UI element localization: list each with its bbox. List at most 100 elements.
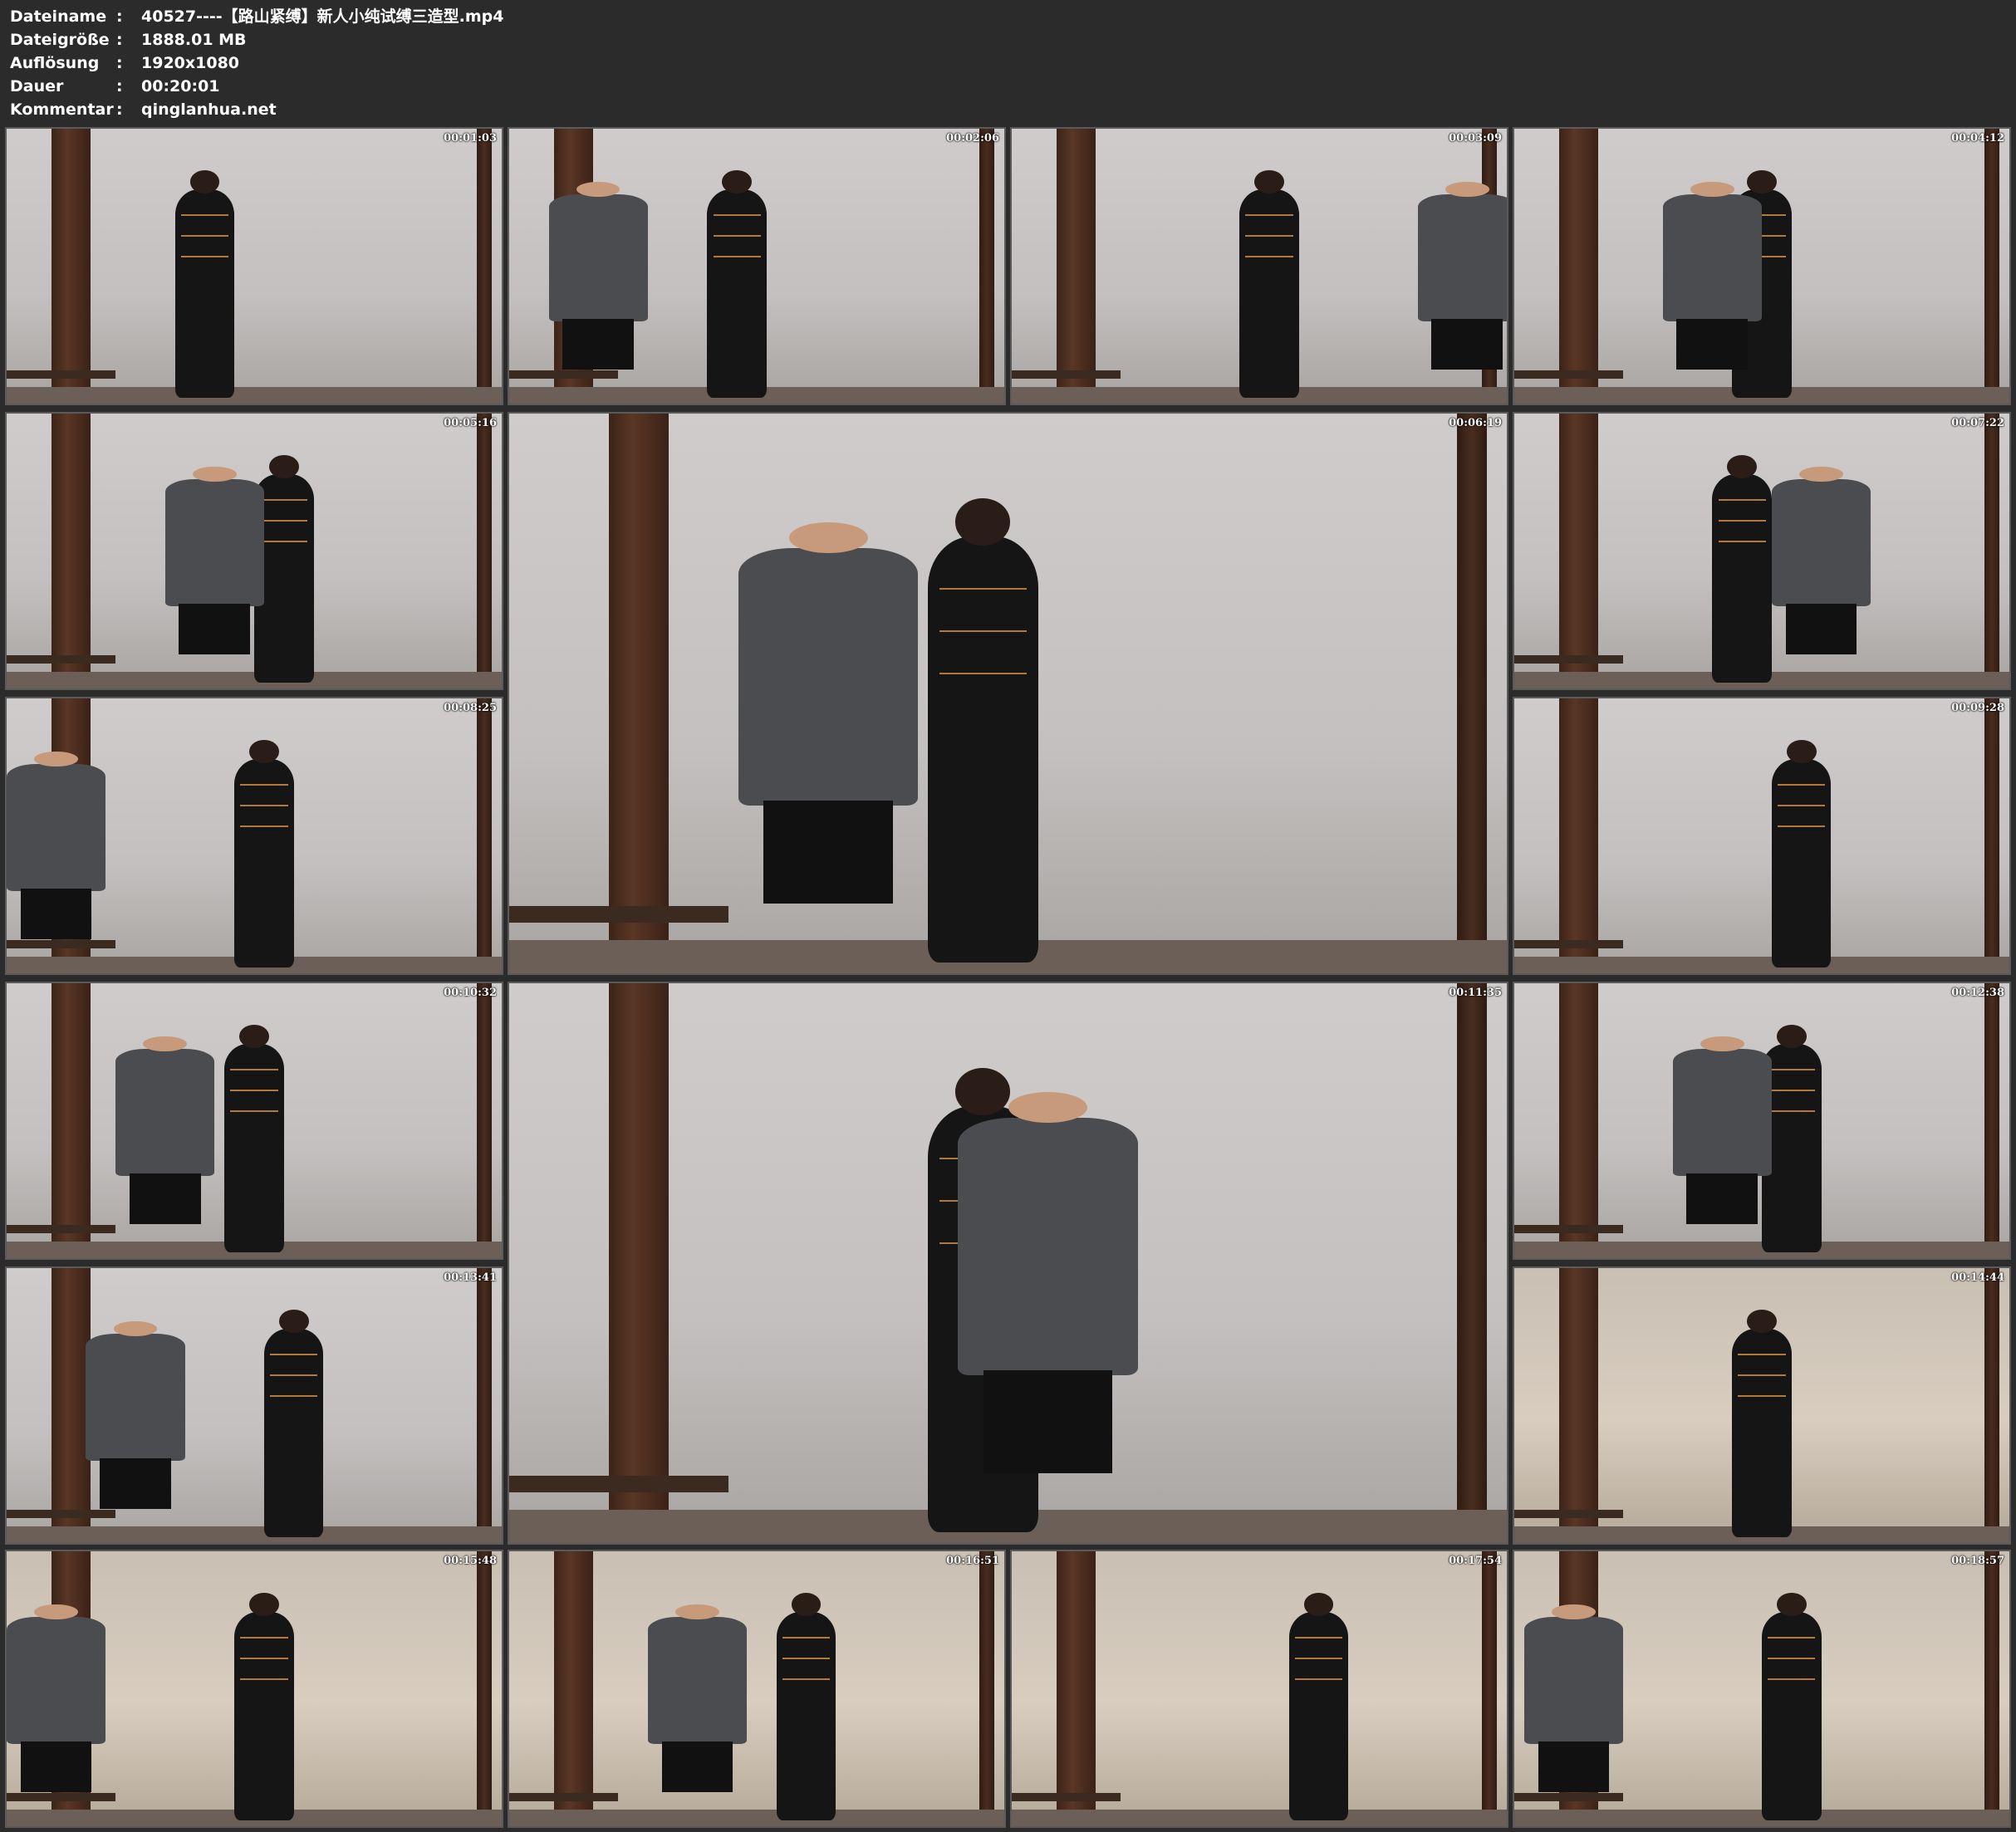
rope (1768, 1068, 1816, 1070)
timestamp-label: 00:06:19 (1449, 417, 1502, 429)
wooden-post (477, 414, 493, 688)
bench (1514, 370, 1624, 380)
legs (763, 800, 894, 904)
bench (7, 370, 116, 380)
separator: : (116, 100, 123, 119)
head (1747, 170, 1777, 193)
rope (782, 1636, 831, 1639)
bench (7, 655, 116, 664)
head (1552, 1604, 1596, 1620)
wooden-post (477, 1551, 493, 1826)
timestamp-label: 00:08:25 (444, 702, 497, 714)
woman-figure (1771, 740, 1832, 968)
resolution-row: Auflösung : 1920x1080 (10, 51, 503, 75)
legs (1431, 318, 1503, 370)
bench (509, 906, 729, 923)
bench (509, 1476, 729, 1493)
video-thumbnail: 00:14:44 (1513, 1266, 2011, 1545)
rope (1778, 805, 1826, 807)
timestamp-label: 00:12:38 (1951, 987, 2004, 999)
video-thumbnail: 00:03:09 (1010, 127, 1508, 405)
separator: : (116, 7, 123, 26)
man-figure (1417, 182, 1507, 370)
rope (713, 256, 761, 258)
head (791, 1593, 822, 1616)
head (278, 1310, 309, 1333)
woman-figure (174, 170, 235, 399)
rope (270, 1353, 318, 1355)
woman-figure (234, 740, 294, 968)
rope (180, 235, 228, 238)
head (1747, 1310, 1777, 1333)
legs (1785, 603, 1857, 654)
bench (7, 1510, 116, 1519)
legs (129, 1173, 201, 1224)
head (1776, 1593, 1807, 1616)
video-thumbnail: 00:04:12 (1513, 127, 2011, 405)
timestamp-label: 00:11:35 (1449, 987, 1502, 999)
wooden-post (1984, 129, 2000, 404)
rope (1718, 520, 1766, 522)
floor (7, 1526, 502, 1543)
head (143, 1036, 187, 1052)
timestamp-label: 00:01:03 (444, 132, 497, 145)
video-thumbnail: 00:05:16 (5, 412, 503, 690)
file-size-row: Dateigröße : 1888.01 MB (10, 28, 503, 51)
rope (240, 805, 288, 807)
head (1776, 1025, 1807, 1048)
head (189, 170, 220, 193)
head (268, 455, 299, 478)
wooden-post (1984, 1551, 2000, 1826)
man-figure (1662, 182, 1762, 370)
rope (180, 213, 228, 216)
rope (1718, 541, 1766, 543)
head (1254, 170, 1284, 193)
wooden-post (979, 1551, 995, 1826)
video-thumbnail: 00:13:41 (5, 1266, 503, 1545)
rope (1738, 1374, 1786, 1377)
wooden-post (1984, 983, 2000, 1258)
legs (100, 1457, 171, 1509)
comment-label: Kommentar (10, 100, 114, 119)
head (1727, 455, 1758, 478)
bench (1514, 655, 1624, 664)
timestamp-label: 00:10:32 (444, 987, 497, 999)
duration-row: Dauer : 00:20:01 (10, 75, 503, 98)
wooden-post (1456, 983, 1487, 1543)
head (1786, 740, 1817, 763)
bench (1514, 1225, 1624, 1234)
file-size-label: Dateigröße (10, 31, 110, 49)
video-thumbnail: 00:02:06 (508, 127, 1006, 405)
head (1700, 1036, 1744, 1052)
wooden-pillar (51, 129, 91, 404)
head (239, 1025, 269, 1048)
rope (230, 1110, 278, 1113)
wooden-post (477, 698, 493, 973)
bench (1514, 940, 1624, 949)
head (1445, 182, 1489, 198)
woman-figure (1288, 1593, 1349, 1821)
timestamp-label: 00:15:48 (444, 1555, 497, 1567)
legs (562, 318, 635, 370)
video-thumbnail: 00:17:54 (1010, 1550, 1508, 1828)
wooden-post (979, 129, 995, 404)
timestamp-label: 00:18:57 (1951, 1555, 2004, 1567)
rope (260, 498, 308, 501)
man-figure (115, 1036, 215, 1224)
man-figure (164, 467, 264, 654)
wooden-post (477, 1268, 493, 1543)
woman-figure (707, 170, 767, 399)
rope (939, 629, 1028, 632)
woman-figure (1239, 170, 1299, 399)
head (722, 170, 753, 193)
legs (20, 1741, 92, 1792)
wooden-post (1984, 698, 2000, 973)
floor (1514, 957, 2009, 973)
file-info-header: Dateiname : 40527----【路山紧缚】新人小纯试缚三造型.mp4… (10, 5, 503, 121)
man-figure (1672, 1036, 1772, 1224)
wooden-pillar (1558, 983, 1599, 1258)
wooden-pillar (51, 1268, 91, 1543)
wooden-post (1984, 1268, 2000, 1543)
timestamp-label: 00:13:41 (444, 1271, 497, 1284)
rope (1768, 1658, 1816, 1660)
